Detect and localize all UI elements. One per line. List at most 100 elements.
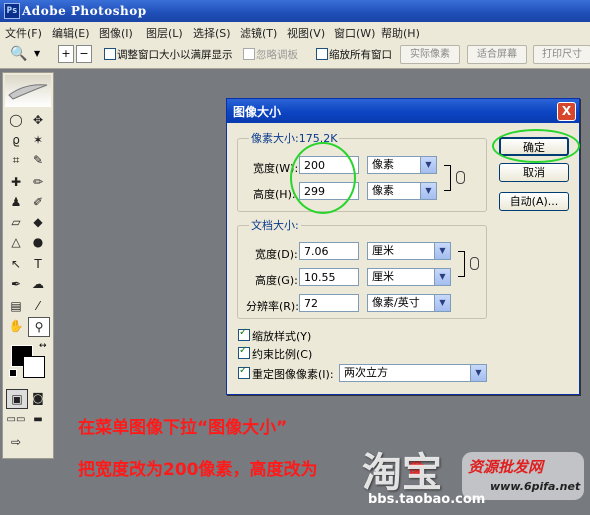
auto-button[interactable]: 自动(A)... xyxy=(499,192,569,211)
marquee-tool-icon[interactable]: ◯ xyxy=(6,111,26,129)
hand-tool-icon[interactable]: ✋ xyxy=(6,317,26,335)
zoom-tool-icon[interactable]: 🔍 xyxy=(10,46,27,62)
constrain-proportions-checkbox[interactable] xyxy=(238,345,250,359)
screen-mode-full-icon[interactable]: ▬ xyxy=(28,411,48,429)
doc-width-unit-select[interactable]: 厘米 ▼ xyxy=(367,242,451,260)
tool-preset-dropdown-icon[interactable]: ▼ xyxy=(34,49,40,58)
swap-colors-icon[interactable]: ↔ xyxy=(39,341,47,351)
dialog-titlebar: 图像大小 X xyxy=(227,99,579,123)
zoom-all-label: 缩放所有窗口 xyxy=(329,49,392,61)
resource-watermark: 资源批发网 xyxy=(468,458,544,476)
height-label: 高度(H): xyxy=(253,188,296,201)
resample-method-select[interactable]: 两次立方 ▼ xyxy=(339,364,487,382)
crop-tool-icon[interactable]: ⌗ xyxy=(6,151,26,169)
zoom-in-icon[interactable]: + xyxy=(58,45,74,63)
standard-mode-icon[interactable]: ▣ xyxy=(6,389,28,409)
slice-tool-icon[interactable]: ✎ xyxy=(28,151,48,169)
quick-mask-mode-icon[interactable]: ◙ xyxy=(28,389,48,407)
doc-width-unit-value: 厘米 xyxy=(372,244,394,257)
doc-link-bracket xyxy=(458,251,465,277)
menu-help[interactable]: 帮助(H) xyxy=(381,25,420,41)
default-colors-icon[interactable] xyxy=(9,369,17,377)
doc-height-input[interactable]: 10.55 xyxy=(299,268,359,286)
doc-width-input[interactable]: 7.06 xyxy=(299,242,359,260)
menu-window[interactable]: 窗口(W) xyxy=(334,25,375,41)
resample-checkbox[interactable] xyxy=(238,365,250,379)
actual-pixels-button[interactable]: 实际像素 xyxy=(400,45,460,64)
options-bar: 🔍 ▼ + − 调整窗口大小以满屏显示 忽略调板 缩放所有窗口 实际像素 适合屏… xyxy=(0,41,590,69)
photoshop-icon: Ps xyxy=(4,3,20,19)
width-unit-select[interactable]: 像素 ▼ xyxy=(367,156,437,174)
stamp-tool-icon[interactable]: ♟ xyxy=(6,193,26,211)
jump-to-imageready-icon[interactable]: ⇨ xyxy=(6,433,26,451)
zoom-tool-icon[interactable]: ⚲ xyxy=(28,317,50,337)
print-size-button[interactable]: 打印尺寸 xyxy=(533,45,590,64)
fit-window-checkbox[interactable] xyxy=(104,48,116,60)
history-brush-tool-icon[interactable]: ✐ xyxy=(28,193,48,211)
resolution-unit-value: 像素/英寸 xyxy=(372,296,420,309)
instruction-line-1: 在菜单图像下拉“图像大小” xyxy=(78,418,288,438)
menu-bar: 文件(F) 编辑(E) 图像(I) 图层(L) 选择(S) 滤镜(T) 视图(V… xyxy=(0,22,590,42)
menu-select[interactable]: 选择(S) xyxy=(193,25,231,41)
shape-tool-icon[interactable]: ☁ xyxy=(28,275,48,293)
close-icon[interactable]: X xyxy=(557,102,576,121)
menu-image[interactable]: 图像(I) xyxy=(99,25,133,41)
width-unit-value: 像素 xyxy=(372,158,394,171)
doc-height-unit-value: 厘米 xyxy=(372,270,394,283)
document-size-label: 文档大小: xyxy=(249,217,301,233)
magic-wand-tool-icon[interactable]: ✶ xyxy=(28,131,48,149)
resolution-input[interactable]: 72 xyxy=(299,294,359,312)
chevron-down-icon: ▼ xyxy=(420,183,436,199)
resolution-unit-select[interactable]: 像素/英寸 ▼ xyxy=(367,294,451,312)
lasso-tool-icon[interactable]: ϱ xyxy=(6,131,26,149)
height-unit-value: 像素 xyxy=(372,184,394,197)
pixel-link-bracket xyxy=(444,165,451,191)
menu-file[interactable]: 文件(F) xyxy=(5,25,42,41)
app-title: Adobe Photoshop xyxy=(22,4,147,18)
resample-label: 重定图像像素(I): xyxy=(252,368,334,381)
scale-styles-label: 缩放样式(Y) xyxy=(252,330,312,343)
scale-styles-checkbox[interactable] xyxy=(238,327,250,341)
resample-method-value: 两次立方 xyxy=(344,366,388,379)
eyedropper-tool-icon[interactable]: ⁄ xyxy=(28,297,48,315)
chevron-down-icon: ▼ xyxy=(434,269,450,285)
zoom-out-icon[interactable]: − xyxy=(76,45,92,63)
menu-edit[interactable]: 编辑(E) xyxy=(52,25,90,41)
chain-link-icon xyxy=(456,171,465,184)
pen-tool-icon[interactable]: ✒ xyxy=(6,275,26,293)
toolbox: ◯ ✥ ϱ ✶ ⌗ ✎ ✚ ✏ ♟ ✐ ▱ ◆ △ ● ↖ T ✒ ☁ ▤ ⁄ … xyxy=(2,72,54,459)
type-tool-icon[interactable]: T xyxy=(28,255,48,273)
height-unit-select[interactable]: 像素 ▼ xyxy=(367,182,437,200)
cancel-button[interactable]: 取消 xyxy=(499,163,569,182)
ignore-palettes-checkbox[interactable] xyxy=(243,48,255,60)
dialog-title: 图像大小 xyxy=(233,105,282,119)
chevron-down-icon: ▼ xyxy=(434,243,450,259)
resource-url-watermark: www.6pifa.net xyxy=(490,480,581,493)
move-tool-icon[interactable]: ✥ xyxy=(28,111,48,129)
healing-brush-tool-icon[interactable]: ✚ xyxy=(6,173,26,191)
screen-mode-standard-icon[interactable]: ▭▭ xyxy=(6,411,26,429)
dodge-tool-icon[interactable]: ● xyxy=(28,233,48,251)
chain-link-icon xyxy=(470,257,479,270)
menu-filter[interactable]: 滤镜(T) xyxy=(240,25,277,41)
fit-screen-button[interactable]: 适合屏幕 xyxy=(467,45,527,64)
blur-tool-icon[interactable]: △ xyxy=(6,233,26,251)
doc-height-label: 高度(G): xyxy=(255,274,298,287)
path-select-tool-icon[interactable]: ↖ xyxy=(6,255,26,273)
paint-bucket-tool-icon[interactable]: ◆ xyxy=(28,213,48,231)
notes-tool-icon[interactable]: ▤ xyxy=(6,297,26,315)
chevron-down-icon: ▼ xyxy=(420,157,436,173)
constrain-proportions-label: 约束比例(C) xyxy=(252,348,313,361)
resolution-label: 分辨率(R): xyxy=(246,300,299,313)
menu-view[interactable]: 视图(V) xyxy=(287,25,325,41)
fit-window-label: 调整窗口大小以满屏显示 xyxy=(117,49,233,61)
zoom-all-checkbox[interactable] xyxy=(316,48,328,60)
background-color-swatch[interactable] xyxy=(23,356,45,378)
doc-height-unit-select[interactable]: 厘米 ▼ xyxy=(367,268,451,286)
eraser-tool-icon[interactable]: ▱ xyxy=(6,213,26,231)
menu-layer[interactable]: 图层(L) xyxy=(146,25,183,41)
brush-tool-icon[interactable]: ✏ xyxy=(28,173,48,191)
taobao-watermark: 淘宝 xyxy=(362,450,442,496)
ok-highlight-circle xyxy=(492,129,580,163)
instruction-line-2: 把宽度改为200像素，高度改为 xyxy=(78,460,318,480)
